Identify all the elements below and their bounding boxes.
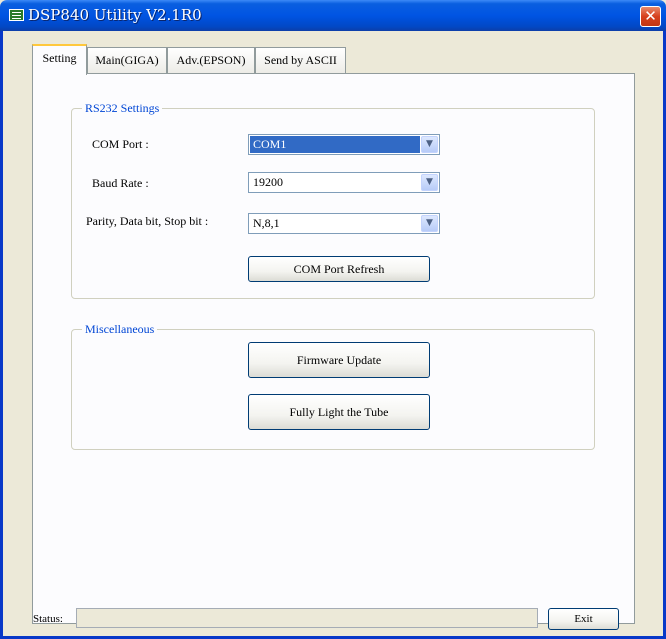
baud-rate-label: Baud Rate : — [92, 176, 149, 190]
tab-setting[interactable]: Setting — [32, 44, 87, 75]
title-bar[interactable]: DSP840 Utility V2.1R0 ✕ — [0, 0, 666, 31]
close-button[interactable]: ✕ — [640, 6, 661, 27]
baud-rate-select[interactable]: 19200 ▼ — [248, 172, 440, 193]
tab-panel-setting: RS232 Settings COM Port : COM1 ▼ Baud Ra… — [32, 73, 635, 624]
com-port-select[interactable]: COM1 ▼ — [248, 134, 440, 155]
parity-value: N,8,1 — [253, 216, 280, 230]
window-title: DSP840 Utility V2.1R0 — [28, 6, 202, 24]
window-frame-left — [0, 31, 3, 639]
baud-rate-value: 19200 — [253, 175, 283, 189]
chevron-down-icon[interactable]: ▼ — [421, 136, 438, 153]
com-port-label: COM Port : — [92, 137, 149, 151]
tab-adv-epson[interactable]: Adv.(EPSON) — [167, 47, 255, 74]
parity-label: Parity, Data bit, Stop bit : — [86, 214, 209, 228]
firmware-update-button[interactable]: Firmware Update — [248, 342, 430, 378]
chevron-down-icon[interactable]: ▼ — [421, 174, 438, 191]
status-label: Status: — [33, 613, 63, 625]
com-port-value: COM1 — [250, 136, 420, 153]
parity-select[interactable]: N,8,1 ▼ — [248, 213, 440, 234]
miscellaneous-label: Miscellaneous — [82, 322, 158, 337]
chevron-down-icon[interactable]: ▼ — [421, 215, 438, 232]
tab-send-by-ascii[interactable]: Send by ASCII — [255, 47, 346, 74]
miscellaneous-group: Miscellaneous Firmware Update Fully Ligh… — [71, 322, 595, 450]
app-icon — [9, 9, 24, 21]
com-port-refresh-button[interactable]: COM Port Refresh — [248, 256, 430, 282]
tab-main-giga[interactable]: Main(GIGA) — [87, 47, 167, 74]
close-icon: ✕ — [644, 7, 657, 25]
rs232-settings-label: RS232 Settings — [82, 101, 163, 116]
fully-light-tube-button[interactable]: Fully Light the Tube — [248, 394, 430, 430]
rs232-settings-group: RS232 Settings COM Port : COM1 ▼ Baud Ra… — [71, 101, 595, 299]
status-field — [76, 608, 538, 628]
app-window: DSP840 Utility V2.1R0 ✕ Setting Main(GIG… — [0, 0, 666, 639]
exit-button[interactable]: Exit — [548, 608, 619, 630]
